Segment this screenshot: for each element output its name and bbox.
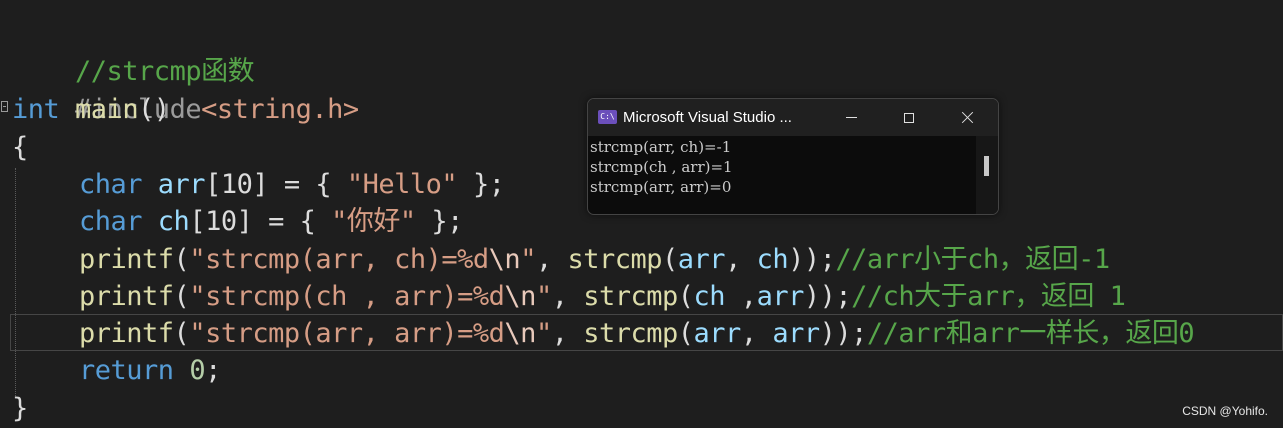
indent-guide <box>15 168 16 396</box>
array-dims: [10] <box>189 206 253 237</box>
maximize-button[interactable] <box>880 99 938 136</box>
string-literal: "Hello" <box>346 169 458 200</box>
minimize-button[interactable] <box>822 99 880 136</box>
code-line-4[interactable]: { <box>12 129 28 166</box>
function-printf: printf <box>79 244 174 275</box>
string-end: " <box>535 318 552 349</box>
brace-open: { <box>12 132 28 163</box>
keyword-char: char <box>79 206 143 237</box>
close-icon <box>961 111 974 124</box>
close-button[interactable] <box>938 99 996 136</box>
string-end: " <box>520 244 536 275</box>
number-literal: 0 <box>189 355 206 386</box>
output-line: strcmp(arr, ch)=-1 <box>590 138 732 156</box>
arg-1: ch <box>693 281 726 312</box>
string-end: " <box>535 281 552 312</box>
variable-ch: ch <box>157 206 190 237</box>
arg-2: arr <box>772 318 820 349</box>
arg-2: ch <box>756 244 789 275</box>
code-line-11[interactable]: } <box>12 390 28 427</box>
assign: = { <box>268 169 347 200</box>
watermark: CSDN @Yohifo. <box>1182 404 1268 418</box>
function-strcmp: strcmp <box>583 281 678 312</box>
string-literal: "你好" <box>331 206 416 237</box>
paren-close: )); <box>803 281 852 312</box>
keyword-int: int <box>12 94 60 125</box>
separator: , <box>725 244 757 275</box>
separator: , <box>740 318 773 349</box>
paren: ( <box>662 244 678 275</box>
keyword-char: char <box>79 169 143 200</box>
format-string: "strcmp(arr, ch)=%d <box>189 244 489 275</box>
console-title: Microsoft Visual Studio ... <box>623 109 792 126</box>
function-main: main <box>75 94 139 125</box>
include-header: <string.h> <box>201 94 359 125</box>
code-line-2[interactable]: #include<string.h> <box>12 54 359 125</box>
assign: = { <box>252 206 332 237</box>
fold-collapse-icon[interactable] <box>1 101 8 112</box>
paren: ( <box>173 281 190 312</box>
code-line-7[interactable]: printf("strcmp(arr, ch)=%d\n", strcmp(ar… <box>79 241 1110 278</box>
escape-sequence: \n <box>504 318 536 349</box>
console-window[interactable]: C:\ Microsoft Visual Studio ... strcmp(a… <box>587 98 999 215</box>
function-strcmp: strcmp <box>583 318 678 349</box>
scrollbar-thumb[interactable] <box>984 156 989 176</box>
function-printf: printf <box>79 318 174 349</box>
brace-close: } <box>12 393 28 424</box>
function-strcmp: strcmp <box>567 244 663 275</box>
paren: ( <box>173 318 190 349</box>
function-printf: printf <box>79 281 174 312</box>
code-line-9[interactable]: printf("strcmp(arr, arr)=%d\n", strcmp(a… <box>79 315 1195 352</box>
code-line-3[interactable]: int main() <box>12 91 170 128</box>
escape-sequence: \n <box>504 281 536 312</box>
console-titlebar[interactable]: C:\ Microsoft Visual Studio ... <box>588 99 998 136</box>
comma: , <box>551 281 584 312</box>
keyword-return: return <box>79 355 174 386</box>
arg-1: arr <box>693 318 742 349</box>
paren-close: )); <box>819 318 868 349</box>
paren: ( <box>677 318 694 349</box>
close: }; <box>457 169 505 200</box>
output-line: strcmp(arr, arr)=0 <box>590 178 732 196</box>
format-string: "strcmp(ch , arr)=%d <box>189 281 505 312</box>
arg-2: arr <box>756 281 805 312</box>
maximize-icon <box>904 112 914 123</box>
parens: () <box>138 94 170 125</box>
escape-sequence: \n <box>488 244 521 275</box>
code-line-10[interactable]: return 0; <box>79 352 221 389</box>
console-scrollbar[interactable] <box>976 136 998 214</box>
comment: //arr小于ch，返回-1 <box>835 244 1110 275</box>
array-dims: [10] <box>205 169 269 200</box>
code-line-1[interactable]: //strcmp函数 <box>12 16 255 87</box>
comma: , <box>535 244 568 275</box>
format-string: "strcmp(arr, arr)=%d <box>189 318 505 349</box>
close: }; <box>415 206 463 237</box>
comment: //arr和arr一样长，返回0 <box>866 318 1195 349</box>
code-line-8[interactable]: printf("strcmp(ch , arr)=%d\n", strcmp(c… <box>79 278 1126 315</box>
separator: , <box>725 281 757 312</box>
variable-arr: arr <box>157 169 206 200</box>
paren-close: )); <box>788 244 836 275</box>
code-line-6[interactable]: char ch[10] = { "你好" }; <box>79 203 463 240</box>
minimize-icon <box>845 117 857 118</box>
semicolon: ; <box>205 355 221 386</box>
comment: //ch大于arr，返回 1 <box>851 281 1126 312</box>
console-output[interactable]: strcmp(arr, ch)=-1 strcmp(ch , arr)=1 st… <box>588 136 978 214</box>
code-line-5[interactable]: char arr[10] = { "Hello" }; <box>79 166 505 203</box>
output-line: strcmp(ch , arr)=1 <box>590 158 733 176</box>
console-app-icon: C:\ <box>598 110 617 124</box>
paren: ( <box>173 244 190 275</box>
paren: ( <box>677 281 694 312</box>
comma: , <box>551 318 584 349</box>
arg-1: arr <box>677 244 726 275</box>
